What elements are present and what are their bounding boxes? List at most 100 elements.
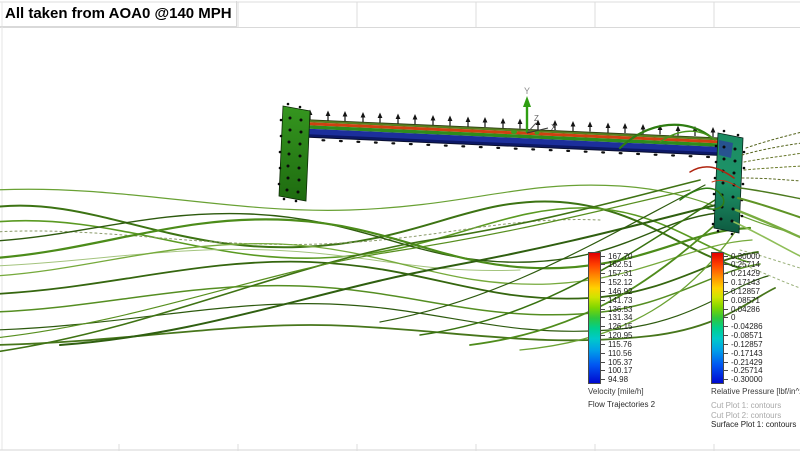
tick-value: -0.25714 <box>731 366 763 375</box>
tick-mark <box>724 335 728 336</box>
tick-mark <box>724 379 728 380</box>
legend-tick: 0.12857 <box>724 287 763 295</box>
legend-tick: 0.04286 <box>724 305 763 313</box>
tick-value: 0.12857 <box>731 287 760 296</box>
legend-tick: 110.56 <box>601 349 632 357</box>
spreadsheet-gridlines <box>0 2 800 451</box>
tick-mark <box>601 335 605 336</box>
cut-plot-2-caption: Cut Plot 2: contours <box>711 411 796 421</box>
flow-trajectories <box>0 180 790 352</box>
legend-tick: 0 <box>724 314 763 322</box>
tick-value: -0.12857 <box>731 340 763 349</box>
tick-mark <box>601 291 605 292</box>
page-title: All taken from AOA0 @140 MPH <box>0 1 237 27</box>
legend-tick: 136.53 <box>601 305 632 313</box>
tick-mark <box>724 282 728 283</box>
screenshot-root: Y Z X All taken from AOA0 @140 MPH 167.7… <box>0 0 800 454</box>
tick-mark <box>601 344 605 345</box>
legend-tick: 167.70 <box>601 252 632 260</box>
axis-label-y: Y <box>524 86 530 96</box>
tick-mark <box>724 273 728 274</box>
legend-tick: -0.04286 <box>724 323 763 331</box>
tick-value: -0.08571 <box>731 331 763 340</box>
legend-tick: 146.92 <box>601 287 632 295</box>
legend-tick: 0.25714 <box>724 261 763 269</box>
tick-value: 0.17143 <box>731 278 760 287</box>
tick-value: 167.70 <box>608 252 632 261</box>
tick-value: -0.30000 <box>731 375 763 384</box>
plot-captions: Cut Plot 1: contours Cut Plot 2: contour… <box>711 401 796 430</box>
tick-mark <box>601 317 605 318</box>
velocity-legend-label: Velocity [mile/h] <box>588 387 644 396</box>
tick-mark <box>601 370 605 371</box>
cfd-viewport[interactable]: Y Z X <box>0 0 800 454</box>
tick-value: 146.92 <box>608 287 632 296</box>
velocity-ticks: 167.70162.51157.31152.12146.92141.73136.… <box>601 252 632 384</box>
tick-mark <box>724 264 728 265</box>
legend-tick: 162.51 <box>601 261 632 269</box>
tick-value: 152.12 <box>608 278 632 287</box>
flow-trajectories-caption: Flow Trajectories 2 <box>588 400 655 409</box>
tick-value: -0.04286 <box>731 322 763 331</box>
tick-value: 162.51 <box>608 260 632 269</box>
legend-tick: -0.17143 <box>724 349 763 357</box>
legend-tick: -0.25714 <box>724 367 763 375</box>
legend-tick: 0.30000 <box>724 252 763 260</box>
tick-mark <box>601 282 605 283</box>
tick-value: 105.37 <box>608 358 632 367</box>
legend-tick: 0.08571 <box>724 296 763 304</box>
pressure-colorbar <box>711 252 724 384</box>
tick-mark <box>724 291 728 292</box>
legend-tick: 0.17143 <box>724 279 763 287</box>
legend-tick: 100.17 <box>601 367 632 375</box>
tick-mark <box>601 362 605 363</box>
legend-tick: 0.21429 <box>724 270 763 278</box>
tick-value: -0.17143 <box>731 349 763 358</box>
legend-tick: 157.31 <box>601 270 632 278</box>
pressure-legend-label: Relative Pressure [lbf/in^2] <box>711 387 800 396</box>
tick-value: 141.73 <box>608 296 632 305</box>
legend-tick: 115.76 <box>601 340 632 348</box>
tick-value: 110.56 <box>608 349 632 358</box>
tick-mark <box>601 353 605 354</box>
tick-mark <box>601 264 605 265</box>
tick-mark <box>724 344 728 345</box>
tick-value: 115.76 <box>608 340 632 349</box>
velocity-legend: 167.70162.51157.31152.12146.92141.73136.… <box>588 252 644 396</box>
legend-tick: 105.37 <box>601 358 632 366</box>
left-endplate <box>278 103 310 203</box>
tick-mark <box>724 300 728 301</box>
legend-tick: -0.30000 <box>724 376 763 384</box>
tick-mark <box>724 256 728 257</box>
tick-mark <box>724 353 728 354</box>
tick-value: 0.25714 <box>731 260 760 269</box>
tick-value: 131.34 <box>608 313 632 322</box>
legend-tick: -0.21429 <box>724 358 763 366</box>
legend-tick: 152.12 <box>601 279 632 287</box>
axis-label-z: Z <box>534 114 539 123</box>
axis-label-x: X <box>551 123 557 132</box>
tick-value: 94.98 <box>608 375 628 384</box>
legend-tick: 141.73 <box>601 296 632 304</box>
tick-value: 0 <box>731 313 735 322</box>
tick-value: 157.31 <box>608 269 632 278</box>
velocity-colorbar <box>588 252 601 384</box>
tick-value: 0.08571 <box>731 296 760 305</box>
surface-plot-1-caption: Surface Plot 1: contours <box>711 420 796 430</box>
legend-tick: 94.98 <box>601 376 632 384</box>
tick-value: 0.21429 <box>731 269 760 278</box>
legend-tick: 120.95 <box>601 332 632 340</box>
axis-triad: Y Z X <box>511 86 557 135</box>
tick-value: 136.53 <box>608 305 632 314</box>
legend-tick: 131.34 <box>601 314 632 322</box>
tick-value: 120.95 <box>608 331 632 340</box>
tick-mark <box>601 256 605 257</box>
tick-mark <box>724 362 728 363</box>
tick-mark <box>724 370 728 371</box>
tick-value: 100.17 <box>608 366 632 375</box>
tick-value: 0.30000 <box>731 252 760 261</box>
tick-mark <box>724 326 728 327</box>
tick-mark <box>601 273 605 274</box>
tick-mark <box>601 326 605 327</box>
pressure-ticks: 0.300000.257140.214290.171430.128570.085… <box>724 252 763 384</box>
